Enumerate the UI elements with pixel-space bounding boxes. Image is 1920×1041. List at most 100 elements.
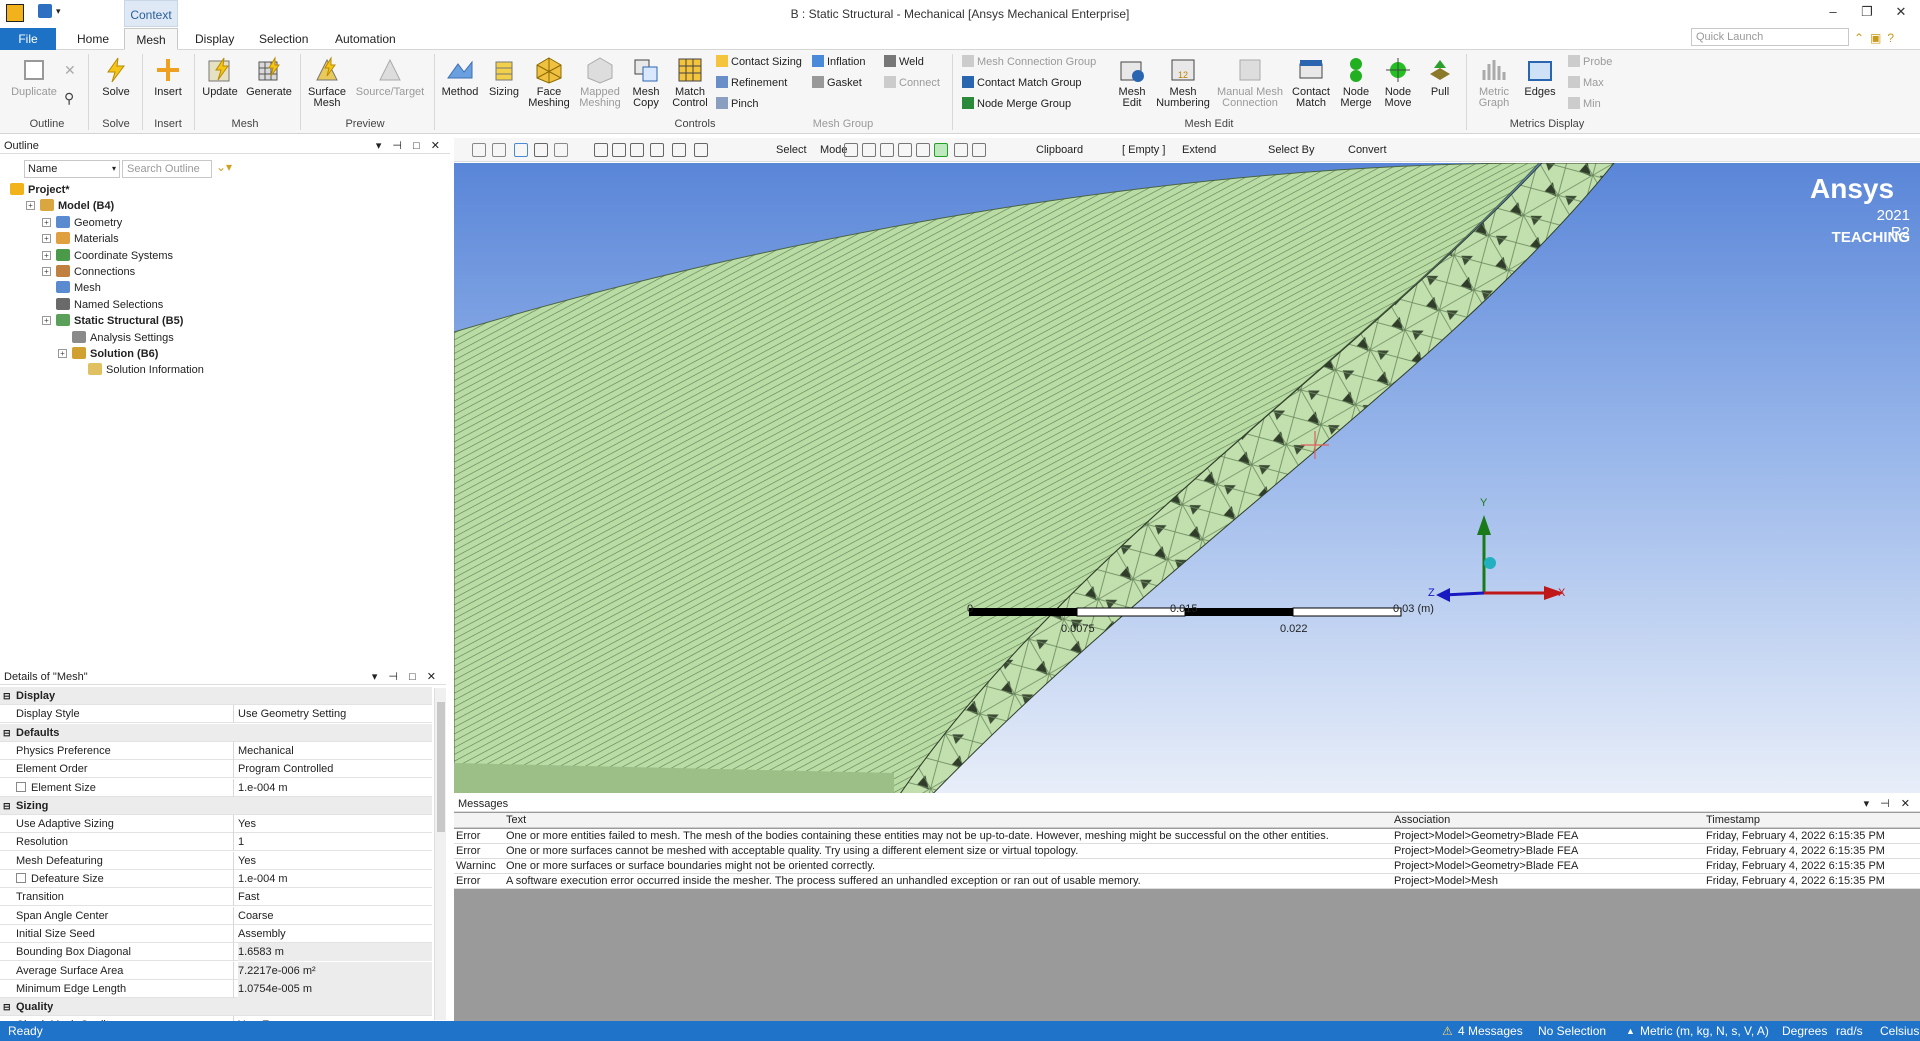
generate-button[interactable]: Generate bbox=[244, 56, 294, 98]
contact-sizing-button[interactable]: Contact Sizing bbox=[716, 54, 802, 70]
selection-filter-icon[interactable] bbox=[844, 143, 858, 157]
details-row[interactable]: Transition Fast bbox=[0, 888, 432, 907]
tree-item[interactable]: Materials bbox=[56, 231, 119, 247]
expand-toggle[interactable]: + bbox=[42, 250, 51, 260]
column-association[interactable]: Association bbox=[1394, 813, 1450, 828]
details-section[interactable]: ⊟ Quality bbox=[0, 998, 432, 1017]
property-value[interactable]: 1.e-004 m bbox=[238, 779, 432, 797]
contact-match-group-button[interactable]: Contact Match Group bbox=[962, 75, 1082, 91]
extend-dropdown[interactable]: Extend bbox=[1182, 142, 1216, 158]
tab-home[interactable]: Home bbox=[65, 28, 121, 50]
column-text[interactable]: Text bbox=[506, 813, 526, 828]
mesh-edit-button[interactable]: Mesh Edit bbox=[1112, 56, 1152, 109]
convert-dropdown[interactable]: Convert bbox=[1348, 142, 1387, 158]
match-control-button[interactable]: Match Control bbox=[668, 56, 712, 109]
property-value[interactable]: Yes bbox=[238, 815, 432, 833]
zoom-fit-icon[interactable] bbox=[672, 143, 686, 157]
update-button[interactable]: Update bbox=[198, 56, 242, 98]
selection-filter-icon[interactable] bbox=[880, 143, 894, 157]
empty-selection-label[interactable]: [ Empty ] bbox=[1122, 142, 1165, 158]
probe-button[interactable]: Probe bbox=[1568, 54, 1612, 70]
details-row[interactable]: Average Surface Area 7.2217e-006 m² bbox=[0, 961, 432, 980]
details-row[interactable]: Element Order Program Controlled bbox=[0, 760, 432, 779]
property-value[interactable]: Use Geometry Setting bbox=[238, 705, 432, 723]
sizing-button[interactable]: Sizing bbox=[484, 56, 524, 98]
view-shaded-icon[interactable] bbox=[534, 143, 548, 157]
view-wireframe-icon[interactable] bbox=[554, 143, 568, 157]
property-value[interactable]: Mechanical bbox=[238, 742, 432, 760]
panel-controls-icon[interactable]: ▾ ⊣ □ ✕ bbox=[376, 138, 444, 154]
expand-toggle[interactable]: + bbox=[26, 201, 35, 211]
duplicate-button[interactable]: Duplicate bbox=[8, 56, 60, 98]
details-section[interactable]: ⊟ Defaults bbox=[0, 723, 432, 742]
property-value[interactable]: 1.e-004 m bbox=[238, 870, 432, 888]
collapse-icon[interactable]: ⊟ bbox=[3, 797, 11, 815]
expand-toggle[interactable]: + bbox=[58, 349, 67, 358]
filter-options-icon[interactable]: ⌄▾ bbox=[216, 160, 232, 174]
pinch-button[interactable]: Pinch bbox=[716, 96, 759, 112]
zoom-box-icon[interactable] bbox=[650, 143, 664, 157]
details-row[interactable]: Display Style Use Geometry Setting bbox=[0, 705, 432, 724]
details-row[interactable]: Bounding Box Diagonal 1.6583 m bbox=[0, 943, 432, 962]
parameter-checkbox[interactable] bbox=[16, 873, 26, 883]
message-row[interactable]: Warninc One or more surfaces or surface b… bbox=[454, 859, 1920, 874]
solve-button[interactable]: Solve bbox=[96, 56, 136, 98]
magnifier-icon[interactable] bbox=[694, 143, 708, 157]
selection-filter-icon[interactable] bbox=[916, 143, 930, 157]
property-value[interactable]: Coarse bbox=[238, 907, 432, 925]
graphics-viewport[interactable]: Ansys 2021 R2 TEACHING 0 0.015 0.03 (m) … bbox=[454, 163, 1920, 793]
tree-item[interactable]: Static Structural (B5) bbox=[56, 313, 183, 329]
tree-item[interactable]: Mesh bbox=[56, 280, 101, 296]
tree-item[interactable]: Connections bbox=[56, 264, 135, 280]
min-button[interactable]: Min bbox=[1568, 96, 1601, 112]
parameter-checkbox[interactable] bbox=[16, 781, 26, 792]
node-move-button[interactable]: Node Move bbox=[1378, 56, 1418, 109]
status-rate[interactable]: rad/s bbox=[1836, 1021, 1863, 1041]
source-target-button[interactable]: Source/Target bbox=[352, 56, 428, 98]
details-row[interactable]: Initial Size Seed Assembly bbox=[0, 924, 432, 943]
property-value[interactable]: Fast bbox=[238, 888, 432, 906]
select-button[interactable]: Select bbox=[776, 142, 807, 158]
details-row[interactable]: Mesh Defeaturing Yes bbox=[0, 851, 432, 870]
close-button[interactable]: ✕ bbox=[1886, 4, 1916, 24]
selection-filter-icon[interactable] bbox=[934, 143, 948, 157]
expand-toggle[interactable]: + bbox=[42, 316, 51, 326]
tree-item[interactable]: Geometry bbox=[56, 215, 122, 231]
details-row[interactable]: Physics Preference Mechanical bbox=[0, 741, 432, 760]
selection-filter-icon[interactable] bbox=[954, 143, 968, 157]
help-icons[interactable]: ⌃▣? bbox=[1854, 31, 1900, 45]
quick-launch-input[interactable]: Quick Launch bbox=[1691, 28, 1849, 46]
tree-item[interactable]: Named Selections bbox=[56, 297, 163, 313]
details-row[interactable]: Element Size 1.e-004 m bbox=[0, 778, 432, 797]
column-timestamp[interactable]: Timestamp bbox=[1706, 813, 1760, 828]
delete-icon[interactable]: ✕ bbox=[64, 62, 76, 79]
tab-file[interactable]: File bbox=[0, 28, 56, 50]
view-iso-icon[interactable] bbox=[514, 143, 528, 157]
pan-icon[interactable] bbox=[612, 143, 626, 157]
tree-item[interactable]: Solution Information bbox=[88, 362, 204, 378]
pull-button[interactable]: Pull bbox=[1420, 56, 1460, 98]
details-section[interactable]: ⊟ Display bbox=[0, 687, 432, 705]
method-button[interactable]: Method bbox=[438, 56, 482, 98]
panel-controls-icon[interactable]: ▾ ⊣ ✕ bbox=[1864, 796, 1914, 812]
collapse-icon[interactable]: ⊟ bbox=[3, 724, 11, 742]
tree-item[interactable]: Model (B4) bbox=[40, 198, 114, 214]
outline-name-filter[interactable]: Name ▾ bbox=[24, 160, 120, 178]
details-scrollbar[interactable] bbox=[434, 688, 446, 1020]
tree-item[interactable]: Analysis Settings bbox=[72, 330, 174, 346]
refinement-button[interactable]: Refinement bbox=[716, 75, 787, 91]
zoom-icon[interactable] bbox=[630, 143, 644, 157]
inflation-button[interactable]: Inflation bbox=[812, 54, 866, 70]
restore-button[interactable]: ❐ bbox=[1852, 4, 1882, 24]
expand-toggle[interactable]: + bbox=[42, 267, 51, 276]
connect-button[interactable]: Connect bbox=[884, 75, 940, 91]
details-row[interactable]: Resolution 1 bbox=[0, 833, 432, 852]
panel-controls-icon[interactable]: ▾ ⊣ □ ✕ bbox=[372, 669, 440, 685]
edges-button[interactable]: Edges bbox=[1520, 56, 1560, 98]
minimize-button[interactable]: – bbox=[1818, 4, 1848, 24]
mesh-numbering-button[interactable]: 12 Mesh Numbering bbox=[1154, 56, 1212, 109]
tab-automation[interactable]: Automation bbox=[323, 28, 408, 50]
selection-filter-icon[interactable] bbox=[862, 143, 876, 157]
outline-search-input[interactable]: Search Outline bbox=[122, 160, 212, 178]
details-row[interactable]: Span Angle Center Coarse bbox=[0, 906, 432, 925]
